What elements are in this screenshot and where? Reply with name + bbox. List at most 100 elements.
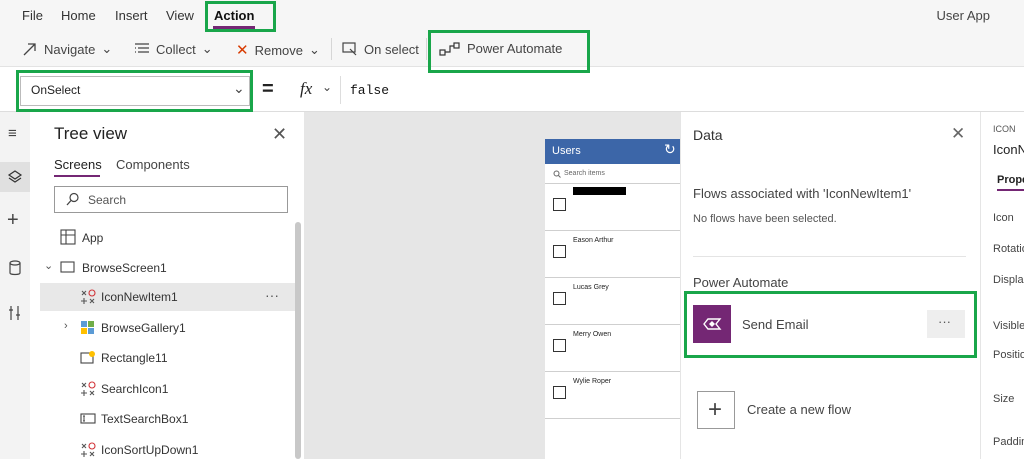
- app-search-placeholder: Search items: [564, 170, 605, 177]
- highlight-action-menu: [205, 1, 276, 32]
- textbox-icon: [80, 413, 96, 424]
- navigate-label: Navigate: [44, 41, 96, 57]
- checkbox[interactable]: [553, 386, 566, 399]
- create-flow-button[interactable]: +: [697, 391, 735, 429]
- tab-screens[interactable]: Screens: [54, 157, 102, 172]
- tree-item-rectangle11[interactable]: Rectangle11: [40, 344, 296, 372]
- more-options-icon[interactable]: ···: [265, 287, 279, 303]
- hamburger-icon[interactable]: ≡: [8, 125, 17, 142]
- icon-control-icon: [81, 381, 96, 396]
- rectangle-icon: [80, 351, 95, 364]
- list-item[interactable]: Wylie Roper: [545, 371, 680, 419]
- user-name: Merry Owen: [573, 331, 612, 338]
- tree-item-browsegallery1[interactable]: › BrowseGallery1: [40, 314, 296, 342]
- checkbox[interactable]: [553, 292, 566, 305]
- tree-view-rail-button[interactable]: [0, 162, 30, 192]
- chevron-down-icon: ⌄: [322, 80, 333, 94]
- fx-icon: fx: [300, 79, 313, 98]
- user-name: Eason Arthur: [573, 237, 614, 244]
- tree-item-label: SearchIcon1: [101, 382, 169, 396]
- menu-view[interactable]: View: [166, 8, 194, 23]
- user-name: Lucas Grey: [573, 284, 609, 291]
- menu-bar: File Home Insert View Action User App: [0, 0, 1024, 32]
- tree-item-textsearchbox1[interactable]: TextSearchBox1: [40, 405, 296, 433]
- data-pane-title: Data: [693, 127, 723, 143]
- prop-padding-label: Paddin: [993, 436, 1024, 448]
- collect-button[interactable]: Collect ⌄: [134, 41, 213, 57]
- no-flows-text: No flows have been selected.: [693, 213, 837, 225]
- prop-rotation-label: Rotatio: [993, 243, 1024, 255]
- left-rail: ≡ +: [0, 112, 31, 459]
- tree-item-browsescreen1[interactable]: ⌄ BrowseScreen1: [40, 254, 296, 282]
- search-icon: [553, 170, 561, 178]
- divider: [693, 256, 966, 257]
- icon-control-icon: [81, 442, 96, 457]
- gallery-icon: [81, 321, 94, 334]
- list-item[interactable]: Lucas Grey: [545, 277, 680, 325]
- list-divider: [545, 418, 680, 419]
- remove-x-icon: ✕: [236, 42, 249, 59]
- list-icon: [135, 43, 149, 53]
- menu-home[interactable]: Home: [61, 8, 96, 23]
- close-icon[interactable]: ✕: [951, 124, 965, 144]
- tree-item-searchicon1[interactable]: SearchIcon1: [40, 375, 296, 403]
- app-icon: [60, 229, 76, 245]
- prop-display-label: Displa: [993, 274, 1024, 286]
- tree-item-label: Rectangle11: [101, 351, 168, 365]
- tab-components[interactable]: Components: [116, 157, 190, 172]
- checkbox[interactable]: [553, 339, 566, 352]
- tree-scrollbar[interactable]: [295, 222, 301, 459]
- highlight-property-dropdown: [16, 70, 253, 112]
- tree-item-label: TextSearchBox1: [101, 412, 189, 426]
- checkbox[interactable]: [553, 245, 566, 258]
- user-name: Wylie Roper: [573, 378, 612, 385]
- menu-file[interactable]: File: [22, 8, 43, 23]
- tree-item-label: IconNewItem1: [101, 290, 178, 304]
- list-item[interactable]: Merry Owen: [545, 324, 680, 372]
- create-flow-link[interactable]: Create a new flow: [747, 402, 851, 417]
- navigate-button[interactable]: Navigate ⌄: [22, 41, 112, 57]
- formula-input[interactable]: false: [350, 83, 389, 98]
- chevron-down-icon: ⌄: [44, 260, 54, 272]
- plus-icon: +: [708, 396, 723, 423]
- prop-visible-label: Visible: [993, 320, 1024, 332]
- database-icon[interactable]: [8, 260, 22, 276]
- tree-item-iconnewitem1[interactable]: IconNewItem1 ···: [40, 283, 300, 311]
- list-item[interactable]: Eason Arthur: [545, 230, 680, 278]
- tree-item-app[interactable]: App: [40, 224, 296, 252]
- tree-item-label: IconSortUpDown1: [101, 443, 199, 457]
- chevron-down-icon: ⌄: [101, 41, 113, 56]
- chevron-down-icon: ⌄: [309, 42, 320, 57]
- flows-associated-heading: Flows associated with 'IconNewItem1': [693, 186, 912, 201]
- equals-sign: =: [262, 78, 274, 100]
- layers-icon: [7, 170, 23, 183]
- remove-button[interactable]: ✕ Remove ⌄: [236, 41, 320, 59]
- on-select-icon: [342, 42, 357, 56]
- tree-item-iconsortupdown1[interactable]: IconSortUpDown1: [40, 436, 296, 464]
- navigate-arrow-icon: [23, 43, 36, 56]
- tab-properties[interactable]: Prope: [997, 174, 1024, 186]
- on-select-button[interactable]: On select: [342, 41, 419, 57]
- search-icon: [66, 192, 79, 206]
- close-icon[interactable]: ✕: [272, 124, 287, 145]
- highlight-send-email-flow: [684, 291, 977, 358]
- control-type: ICON: [993, 124, 1016, 134]
- refresh-icon[interactable]: ↻: [664, 141, 676, 158]
- menu-insert[interactable]: Insert: [115, 8, 148, 23]
- chevron-down-icon: ⌄: [201, 41, 213, 56]
- app-title: Users: [552, 145, 581, 157]
- tree-item-label: BrowseScreen1: [82, 261, 167, 275]
- toolbar-separator: [426, 38, 427, 60]
- tools-icon[interactable]: [8, 305, 22, 321]
- properties-pane: ICON IconN Prope Icon Rotatio Displa Vis…: [980, 112, 1024, 459]
- icon-control-icon: [81, 289, 96, 304]
- active-tab-underline: [54, 175, 100, 177]
- plus-icon[interactable]: +: [7, 209, 19, 232]
- collect-label: Collect: [156, 41, 196, 57]
- active-tab-underline: [997, 189, 1024, 191]
- prop-icon-label: Icon: [993, 212, 1014, 224]
- fx-button[interactable]: [288, 76, 341, 104]
- screen-icon: [60, 261, 75, 273]
- checkbox[interactable]: [553, 198, 566, 211]
- tree-view-title: Tree view: [54, 124, 128, 143]
